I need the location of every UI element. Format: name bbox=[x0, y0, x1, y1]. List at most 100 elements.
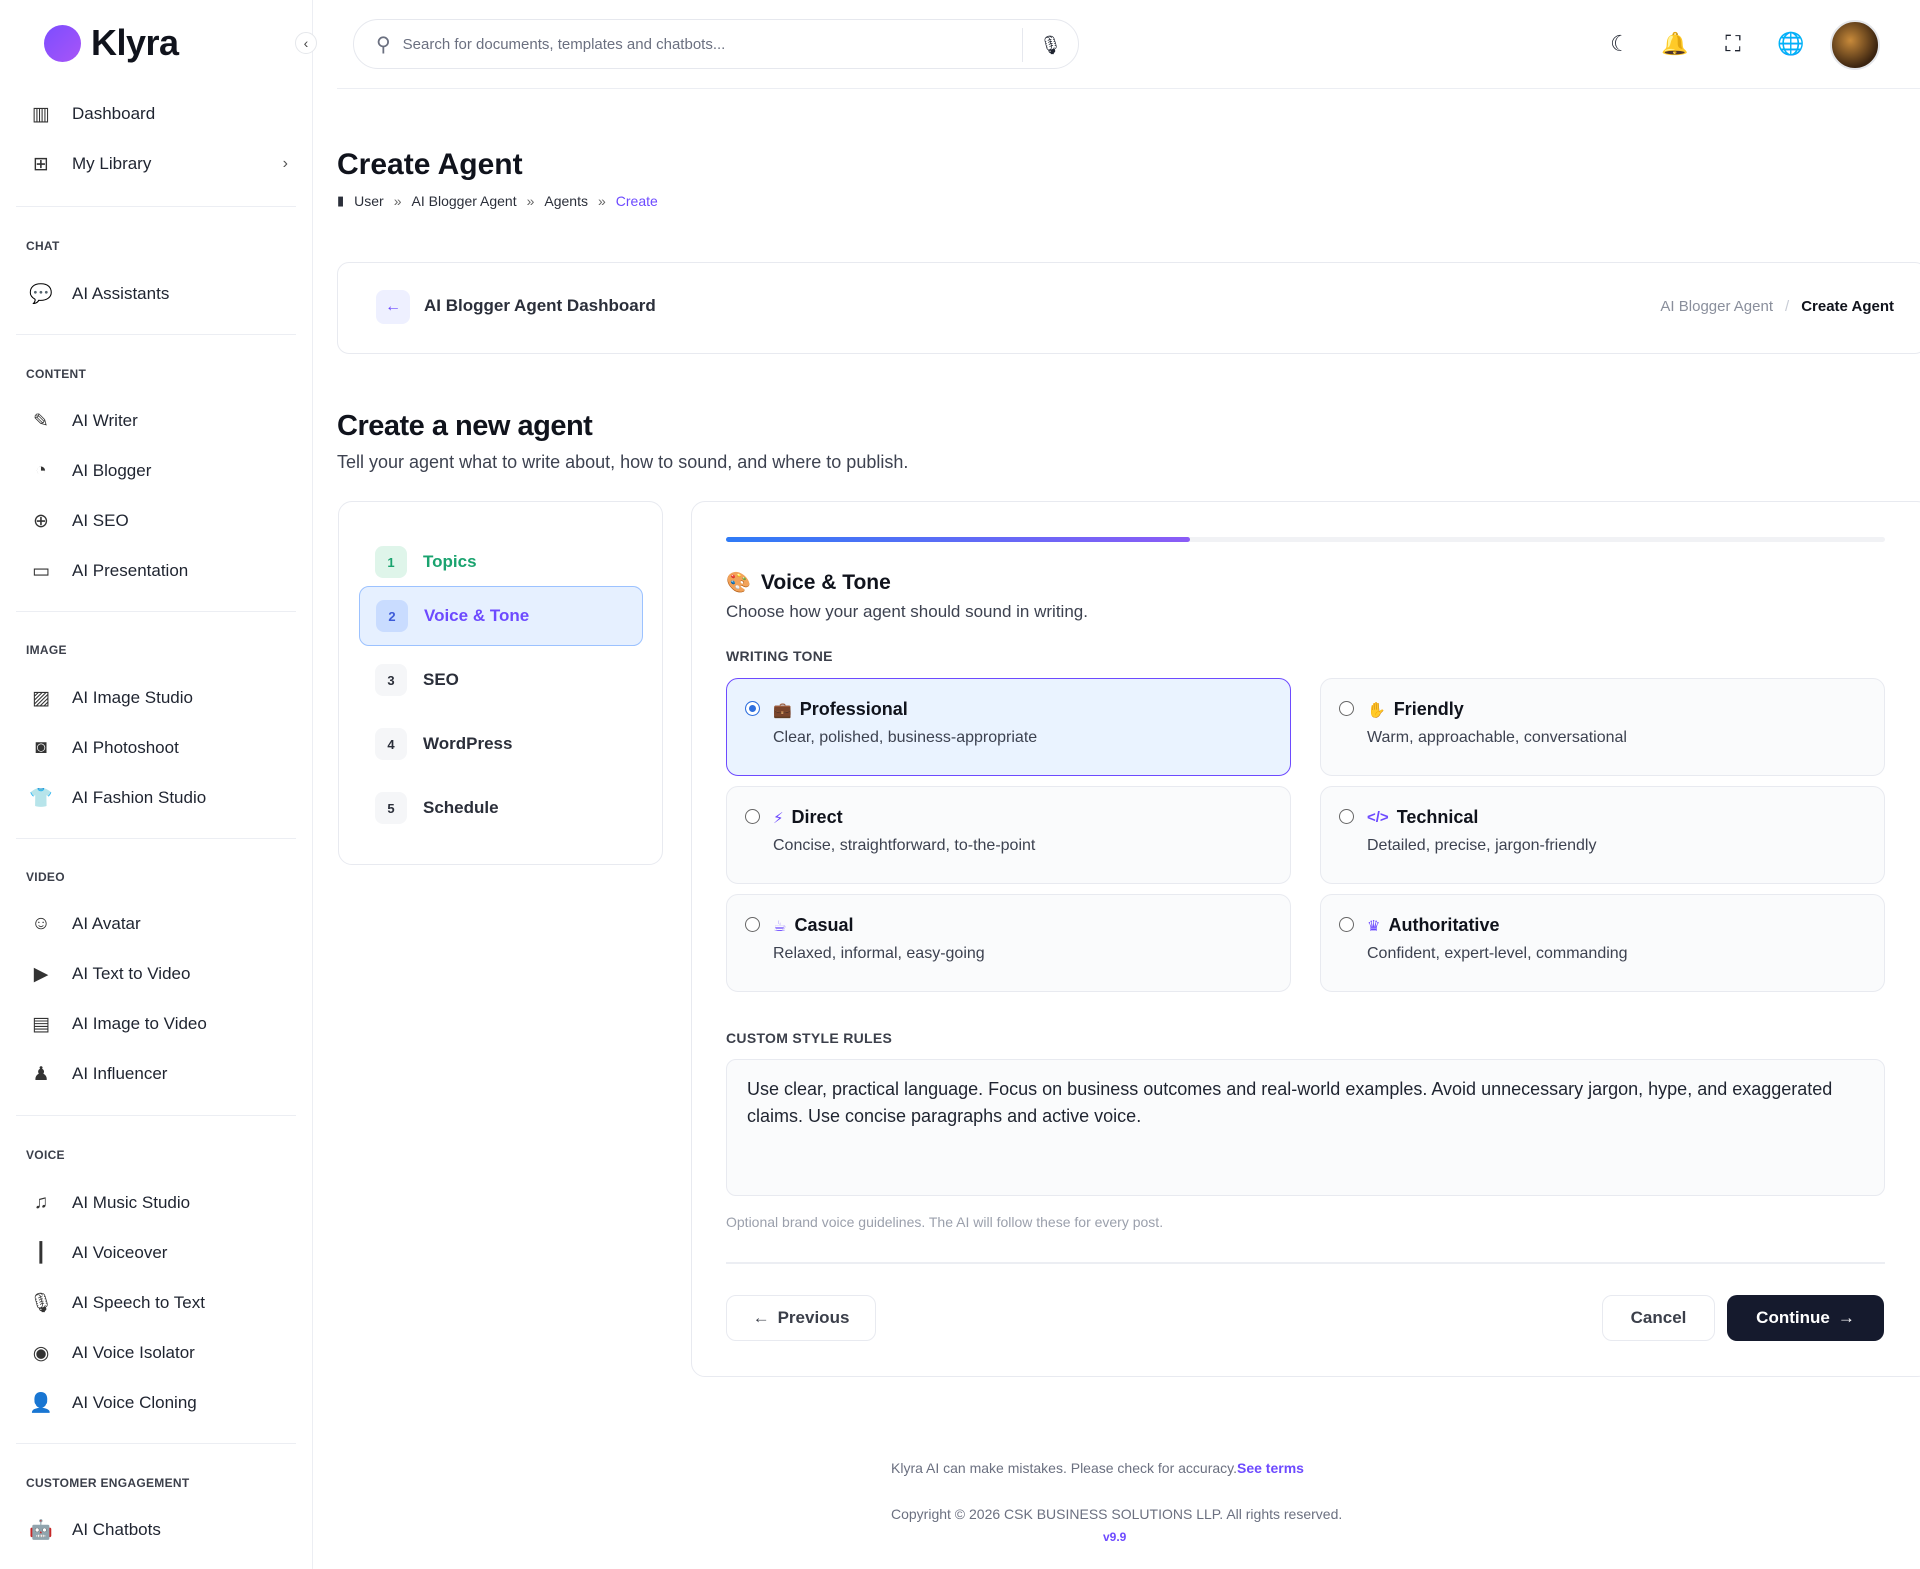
step-seo[interactable]: 3 SEO bbox=[359, 650, 643, 710]
divider bbox=[16, 206, 296, 207]
sidebar-item-ai-blogger[interactable]: ◔ AI Blogger bbox=[28, 456, 288, 486]
radio-button[interactable] bbox=[745, 917, 760, 932]
sidebar-item-label: AI Text to Video bbox=[72, 964, 191, 983]
globe-icon[interactable]: 🌐 bbox=[1777, 30, 1805, 58]
radio-button[interactable] bbox=[745, 701, 760, 716]
custom-style-rules-label: CUSTOM STYLE RULES bbox=[726, 1030, 893, 1046]
sidebar-item-ai-seo[interactable]: ⊕ AI SEO bbox=[28, 506, 288, 536]
chat-icon: 💬 bbox=[29, 284, 53, 305]
masks-icon: ☺ bbox=[31, 913, 51, 934]
logo[interactable]: Klyra bbox=[44, 22, 179, 64]
target-icon: ◉ bbox=[32, 1342, 50, 1364]
step-label: Voice & Tone bbox=[424, 606, 530, 625]
tone-option-authoritative[interactable]: ♛ Authoritative Confident, expert-level, … bbox=[1320, 894, 1885, 992]
sidebar-item-ai-assistants[interactable]: 💬 AI Assistants bbox=[28, 279, 288, 309]
sidebar-item-ai-fashion-studio[interactable]: 👕 AI Fashion Studio bbox=[28, 783, 288, 813]
radio-button[interactable] bbox=[1339, 809, 1354, 824]
sidebar-item-ai-voice-isolator[interactable]: ◉ AI Voice Isolator bbox=[28, 1338, 288, 1368]
footer-disclaimer: Klyra AI can make mistakes. Please check… bbox=[891, 1460, 1304, 1476]
sidebar-item-label: AI Fashion Studio bbox=[72, 788, 207, 807]
sidebar-item-ai-image-to-video[interactable]: ▤ AI Image to Video bbox=[28, 1009, 288, 1039]
breadcrumb-item[interactable]: Agents bbox=[544, 193, 588, 209]
header-crumb-parent[interactable]: AI Blogger Agent bbox=[1660, 298, 1773, 315]
radio-button[interactable] bbox=[745, 809, 760, 824]
bell-icon[interactable]: 🔔 bbox=[1661, 30, 1689, 58]
step-voice-tone[interactable]: 2 Voice & Tone bbox=[359, 586, 643, 646]
dashboard-title: AI Blogger Agent Dashboard bbox=[424, 296, 656, 315]
tone-title: Professional bbox=[799, 699, 908, 719]
header-crumb-separator: / bbox=[1785, 298, 1790, 315]
divider bbox=[16, 1115, 296, 1116]
tone-title: Friendly bbox=[1393, 699, 1464, 719]
sidebar-item-ai-speech-to-text[interactable]: 🎙 AI Speech to Text bbox=[28, 1288, 288, 1318]
sidebar-item-ai-writer[interactable]: ✎ AI Writer bbox=[28, 406, 288, 436]
sidebar-item-label: AI Voice Cloning bbox=[72, 1393, 197, 1412]
breadcrumb-item[interactable]: AI Blogger Agent bbox=[412, 193, 517, 209]
page-title: Create Agent bbox=[337, 148, 523, 181]
tone-option-direct[interactable]: ⚡ Direct Concise, straightforward, to-the… bbox=[726, 786, 1291, 884]
sidebar-item-dashboard[interactable]: ▥ Dashboard bbox=[28, 99, 288, 129]
back-button[interactable]: ← bbox=[376, 290, 410, 324]
sidebar-item-ai-influencer[interactable]: ♟ AI Influencer bbox=[28, 1059, 288, 1089]
avatar[interactable] bbox=[1830, 20, 1880, 70]
divider bbox=[16, 611, 296, 612]
previous-button[interactable]: ← Previous bbox=[726, 1295, 876, 1341]
tone-option-friendly[interactable]: ✋ Friendly Warm, approachable, conversati… bbox=[1320, 678, 1885, 776]
logo-icon bbox=[44, 24, 81, 62]
breadcrumb-item[interactable]: User bbox=[354, 193, 384, 209]
divider bbox=[16, 334, 296, 335]
progress-fill bbox=[726, 537, 1190, 542]
footer-version: v9.9 bbox=[1103, 1530, 1127, 1544]
step-schedule[interactable]: 5 Schedule bbox=[359, 778, 643, 838]
step-wordpress[interactable]: 4 WordPress bbox=[359, 714, 643, 774]
see-terms-link[interactable]: See terms bbox=[1237, 1460, 1304, 1476]
section-chat: CHAT bbox=[26, 239, 60, 253]
video-plus-icon: ▶ bbox=[33, 963, 49, 985]
sidebar-item-label: AI Image to Video bbox=[72, 1014, 207, 1033]
continue-label: Continue bbox=[1756, 1308, 1830, 1327]
tone-option-professional[interactable]: 💼 Professional Clear, polished, business-… bbox=[726, 678, 1291, 776]
rss-icon: ◔ bbox=[35, 460, 47, 481]
sidebar-item-my-library[interactable]: ⊞ My Library › bbox=[28, 149, 288, 179]
custom-style-rules-textarea[interactable]: Use clear, practical language. Focus on … bbox=[726, 1059, 1885, 1196]
sidebar-item-ai-music-studio[interactable]: ♫ AI Music Studio bbox=[28, 1188, 288, 1218]
section-customer-engagement: CUSTOMER ENGAGEMENT bbox=[26, 1476, 190, 1490]
breadcrumb-separator: » bbox=[597, 193, 606, 209]
sidebar-item-label: AI Voiceover bbox=[72, 1243, 168, 1262]
moon-icon[interactable]: ☾ bbox=[1606, 30, 1634, 58]
step-topics[interactable]: 1 Topics bbox=[359, 532, 643, 592]
collapse-sidebar-button[interactable]: ‹ bbox=[295, 32, 317, 54]
sidebar-item-ai-presentation[interactable]: ▭ AI Presentation bbox=[28, 556, 288, 586]
fullscreen-icon[interactable]: ⛶ bbox=[1719, 30, 1747, 58]
radio-button[interactable] bbox=[1339, 917, 1354, 932]
section-video: VIDEO bbox=[26, 870, 65, 884]
microphone-icon[interactable]: 🎙 bbox=[1022, 28, 1078, 62]
sidebar-item-label: AI Music Studio bbox=[72, 1193, 191, 1212]
tone-option-casual[interactable]: ☕ Casual Relaxed, informal, easy-going bbox=[726, 894, 1291, 992]
tone-description: Detailed, precise, jargon-friendly bbox=[1367, 837, 1597, 854]
search-input[interactable] bbox=[402, 35, 1003, 53]
search-icon: ⚲ bbox=[376, 33, 391, 56]
tone-option-technical[interactable]: </> Technical Detailed, precise, jargon-f… bbox=[1320, 786, 1885, 884]
header-breadcrumb: AI Blogger Agent / Create Agent bbox=[1660, 298, 1894, 315]
shirt-icon: 👕 bbox=[29, 788, 53, 809]
tone-description: Warm, approachable, conversational bbox=[1367, 729, 1627, 746]
radio-button[interactable] bbox=[1339, 701, 1354, 716]
user-voice-icon: 👤 bbox=[29, 1393, 53, 1414]
sidebar-item-ai-chatbots[interactable]: 🤖 AI Chatbots bbox=[28, 1515, 288, 1545]
step-label: SEO bbox=[423, 670, 459, 689]
sidebar-item-ai-voice-cloning[interactable]: 👤 AI Voice Cloning bbox=[28, 1388, 288, 1418]
step-number: 5 bbox=[375, 792, 407, 824]
map-icon: ▥ bbox=[32, 103, 50, 125]
cancel-button[interactable]: Cancel bbox=[1602, 1295, 1715, 1341]
step-number: 1 bbox=[375, 546, 407, 578]
breadcrumb-separator: » bbox=[526, 193, 535, 209]
sidebar-item-ai-photoshoot[interactable]: ◙ AI Photoshoot bbox=[28, 733, 288, 763]
continue-button[interactable]: Continue → bbox=[1727, 1295, 1884, 1341]
sidebar-item-ai-avatar[interactable]: ☺ AI Avatar bbox=[28, 909, 288, 939]
tone-description: Concise, straightforward, to-the-point bbox=[773, 837, 1036, 854]
sidebar-item-ai-image-studio[interactable]: ▨ AI Image Studio bbox=[28, 683, 288, 713]
progress-bar bbox=[726, 537, 1885, 542]
sidebar-item-ai-voiceover[interactable]: ┃ AI Voiceover bbox=[28, 1238, 288, 1268]
sidebar-item-ai-text-to-video[interactable]: ▶ AI Text to Video bbox=[28, 959, 288, 989]
